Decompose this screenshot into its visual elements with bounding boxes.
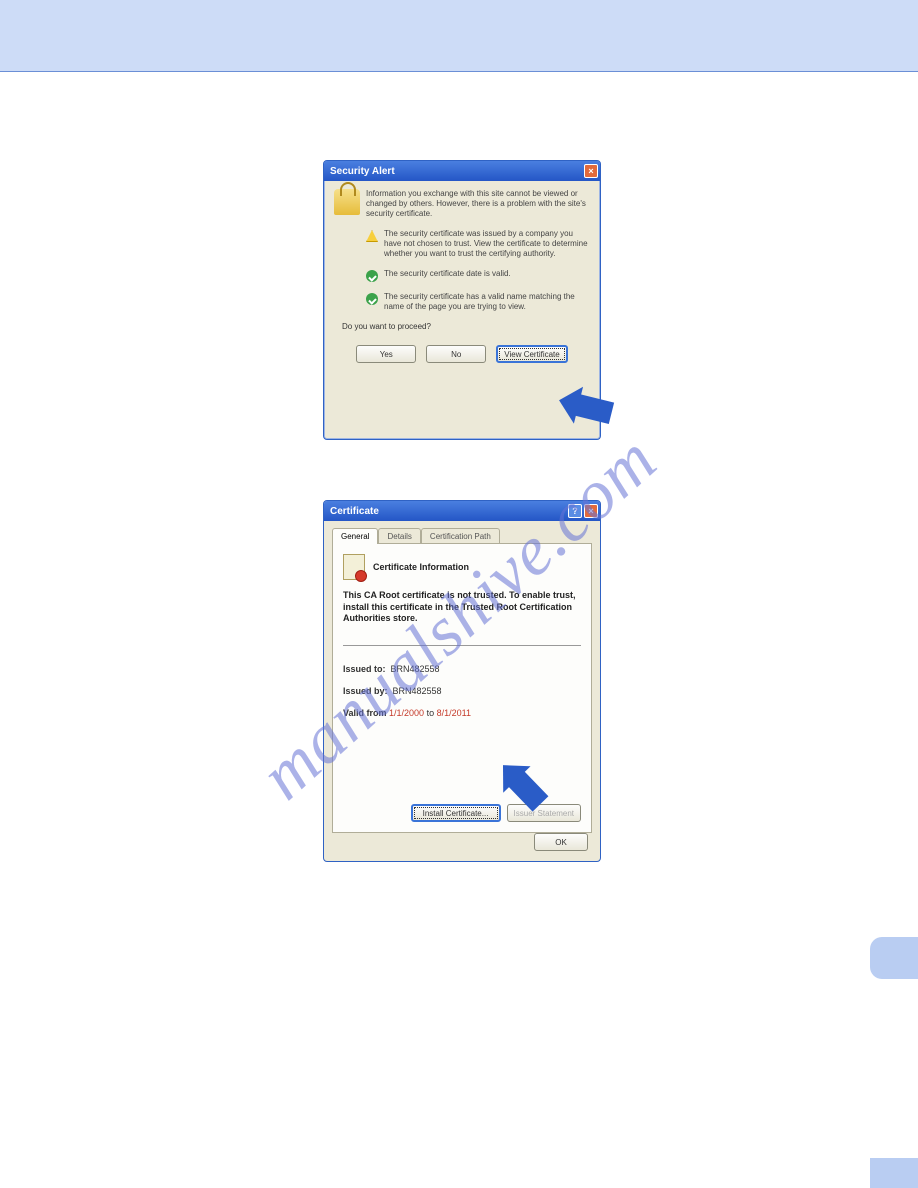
help-icon[interactable]: ? xyxy=(568,504,582,518)
side-tab xyxy=(870,937,918,979)
dialog-title: Certificate xyxy=(330,506,379,517)
close-icon[interactable]: × xyxy=(584,504,598,518)
dialog-titlebar[interactable]: Security Alert × xyxy=(324,161,600,181)
issued-to-field: Issued to: BRN482558 xyxy=(343,664,581,674)
yes-button[interactable]: Yes xyxy=(356,345,416,363)
page-corner-tab xyxy=(870,1158,918,1188)
check-icon xyxy=(366,270,378,282)
issued-by-field: Issued by: BRN482558 xyxy=(343,686,581,696)
alert-item-2: The security certificate date is valid. xyxy=(384,269,511,282)
tab-details[interactable]: Details xyxy=(378,528,420,544)
dialog-title: Security Alert xyxy=(330,166,395,177)
proceed-text: Do you want to proceed? xyxy=(342,322,590,331)
alert-item-1: The security certificate was issued by a… xyxy=(384,229,590,259)
certificate-message: This CA Root certificate is not trusted.… xyxy=(343,590,581,625)
issuer-statement-button: Issuer Statement xyxy=(507,804,581,822)
divider xyxy=(343,645,581,646)
alert-intro: Information you exchange with this site … xyxy=(366,189,590,219)
valid-from-field: Valid from 1/1/2000 to 8/1/2011 xyxy=(343,708,581,718)
tab-panel-general: Certificate Information This CA Root cer… xyxy=(332,543,592,833)
certificate-heading: Certificate Information xyxy=(373,562,469,572)
no-button[interactable]: No xyxy=(426,345,486,363)
lock-icon xyxy=(334,189,360,215)
tab-certification-path[interactable]: Certification Path xyxy=(421,528,500,544)
certificate-icon xyxy=(343,554,365,580)
alert-item-3: The security certificate has a valid nam… xyxy=(384,292,590,312)
header-band xyxy=(0,0,918,72)
certificate-dialog: Certificate ? × General Details Certific… xyxy=(323,500,601,862)
dialog-titlebar[interactable]: Certificate ? × xyxy=(324,501,600,521)
close-icon[interactable]: × xyxy=(584,164,598,178)
view-certificate-button[interactable]: View Certificate xyxy=(496,345,567,363)
install-certificate-button[interactable]: Install Certificate... xyxy=(411,804,501,822)
tab-general[interactable]: General xyxy=(332,528,378,544)
ok-button[interactable]: OK xyxy=(534,833,588,851)
check-icon xyxy=(366,293,378,305)
warning-icon xyxy=(366,230,378,242)
